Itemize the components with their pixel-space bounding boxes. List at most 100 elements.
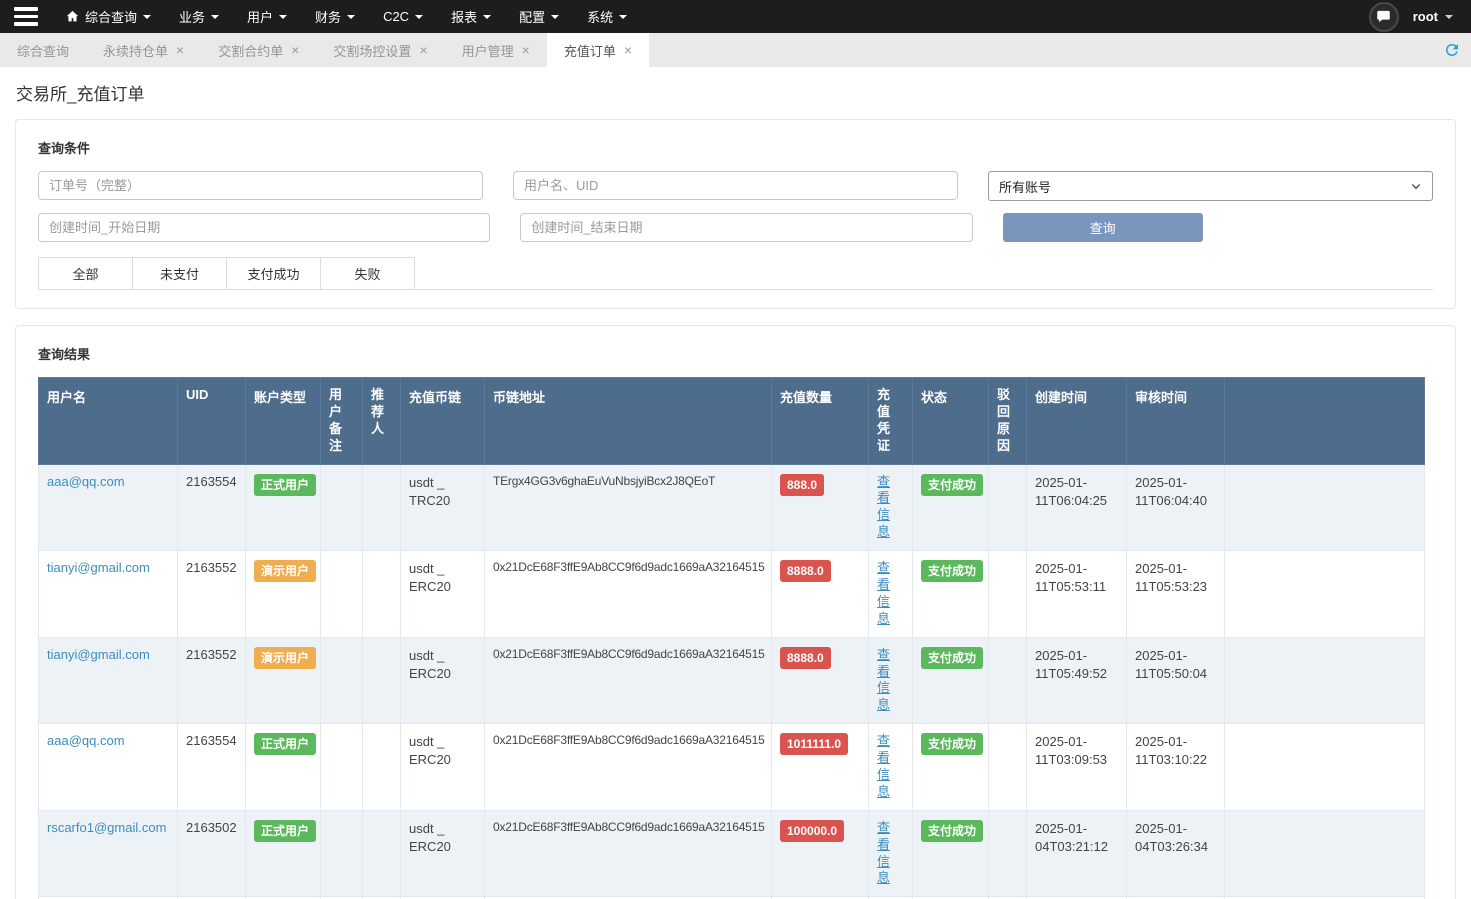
reject-reason-cell [989,724,1027,811]
table-row: tianyi@gmail.com2163552演示用户usdt _ ERC200… [39,637,1425,724]
tab[interactable]: 交割合约单× [201,33,316,67]
nav-item-label: 报表 [451,7,477,26]
address-cell: TErgx4GG3v6ghaEuVuNbsjyiBcx2J8QEoT [485,464,772,551]
column-header: UID [178,378,246,465]
status-filter-tab[interactable]: 全部 [38,257,133,290]
created-at-cell: 2025-01-11T06:04:25 [1027,464,1127,551]
username-link[interactable]: aaa@qq.com [47,733,125,748]
uid-cell: 2163552 [178,551,246,638]
address-cell: 0x21DcE68F3ffE9Ab8CC9f6d9adc1669aA321645… [485,810,772,897]
nav-item-6[interactable]: 配置 [505,0,573,33]
date-start-input[interactable] [38,213,490,242]
account-select[interactable]: 所有账号 [988,171,1433,201]
reject-reason-cell [989,551,1027,638]
audited-at-cell: 2025-01-11T05:50:04 [1127,637,1225,724]
account-type-badge: 演示用户 [254,647,316,669]
created-at-cell: 2025-01-11T05:49:52 [1027,637,1127,724]
address-cell: 0x21DcE68F3ffE9Ab8CC9f6d9adc1669aA321645… [485,724,772,811]
tab-label: 用户管理 [462,41,514,60]
column-header: 充值币链 [401,378,485,465]
tab[interactable]: 永续持仓单× [86,33,201,67]
reject-reason-cell [989,464,1027,551]
close-icon[interactable]: × [522,43,530,57]
nav-item-5[interactable]: 报表 [437,0,505,33]
caret-down-icon [619,15,627,19]
nav-item-3[interactable]: 财务 [301,0,369,33]
status-filter-tab[interactable]: 失败 [320,257,415,290]
view-info-link[interactable]: 查看信息 [877,733,891,801]
chat-bubble-icon [1376,9,1391,24]
view-info-link[interactable]: 查看信息 [877,560,891,628]
view-info-link[interactable]: 查看信息 [877,647,891,715]
account-type-badge: 正式用户 [254,733,316,755]
username-link[interactable]: tianyi@gmail.com [47,647,150,662]
status-badge: 支付成功 [921,733,983,755]
messages-button[interactable] [1369,2,1399,32]
results-table: 用户名UID账户类型用户备注推荐人充值币链币链地址充值数量充值凭证状态驳回原因创… [38,377,1425,899]
refresh-icon [1443,41,1461,59]
username-link[interactable]: aaa@qq.com [47,474,125,489]
top-navbar: 综合查询业务 用户财务C2C 报表 配置 系统 root [0,0,1471,33]
tab[interactable]: 充值订单× [547,33,649,67]
table-row: aaa@qq.com 2163554 正式用户 usdt _ TRC20TErgx4G… [39,464,1425,551]
reject-reason-cell [989,637,1027,724]
tab[interactable]: 综合查询 [0,33,86,67]
caret-down-icon [483,15,491,19]
nav-item-1[interactable]: 业务 [165,0,233,33]
nav-item-2[interactable]: 用户 [233,0,301,33]
nav-item-4[interactable]: C2C [369,0,437,33]
uid-cell: 2163554 [178,464,246,551]
date-end-input[interactable] [520,213,972,242]
nav-item-0[interactable]: 综合查询 [52,0,165,33]
close-icon[interactable]: × [291,43,299,57]
tab[interactable]: 交割场控设置 × [316,33,444,67]
user-menu[interactable]: root [1413,9,1453,24]
results-panel: 查询结果 用户名UID账户类型用户备注推荐人充值币链币链地址充值数量充值凭证状态… [15,325,1456,899]
menu-toggle-button[interactable] [0,0,52,33]
tab-label: 交割场控设置 [333,41,411,60]
close-icon[interactable]: × [419,43,427,57]
username-link[interactable]: rscarfo1@gmail.com [47,820,166,835]
empty-cell [1225,464,1425,551]
status-filter-tab[interactable]: 支付成功 [226,257,321,290]
status-filter-tabs: 全部未支付支付成功失败 [38,257,1433,290]
results-table-head-row: 用户名UID账户类型用户备注推荐人充值币链币链地址充值数量充值凭证状态驳回原因创… [39,378,1425,465]
main-nav: 综合查询业务 用户财务C2C 报表 配置 系统 [52,0,641,33]
status-badge: 支付成功 [921,820,983,842]
created-at-cell: 2025-01-04T03:21:12 [1027,810,1127,897]
refresh-button[interactable] [1443,33,1471,67]
account-type-badge: 正式用户 [254,474,316,496]
amount-badge: 8888.0 [780,560,831,582]
tab[interactable]: 用户管理 × [445,33,547,67]
nav-item-7[interactable]: 系统 [573,0,641,33]
close-icon[interactable]: × [624,43,632,57]
results-panel-title: 查询结果 [38,344,1433,363]
user-note-cell [321,637,363,724]
chain-cell: usdt _ TRC20 [401,464,485,551]
table-row: rscarfo1@gmail.com2163502正式用户usdt _ ERC2… [39,810,1425,897]
view-info-link[interactable]: 查看信息 [877,820,891,888]
empty-cell [1225,724,1425,811]
referrer-cell [363,724,401,811]
audited-at-cell: 2025-01-11T03:10:22 [1127,724,1225,811]
username-link[interactable]: tianyi@gmail.com [47,560,150,575]
nav-item-label: 系统 [587,7,613,26]
order-no-input[interactable] [38,171,483,200]
view-info-link[interactable]: 查看信息 [877,474,891,542]
empty-cell [1225,810,1425,897]
account-type-badge: 演示用户 [254,560,316,582]
close-icon[interactable]: × [176,43,184,57]
column-header: 账户类型 [246,378,321,465]
chain-cell: usdt _ ERC20 [401,637,485,724]
status-filter-tab[interactable]: 未支付 [132,257,227,290]
query-panel: 查询条件 所有账号 查询 全部未支付支付成功失败 [15,119,1456,309]
search-button[interactable]: 查询 [1003,213,1203,242]
nav-item-label: 配置 [519,7,545,26]
uid-cell: 2163502 [178,810,246,897]
filter-tabs-divider [415,257,1433,290]
column-header: 审核时间 [1127,378,1225,465]
amount-badge: 100000.0 [780,820,844,842]
user-search-input[interactable] [513,171,958,200]
nav-item-label: 业务 [179,7,205,26]
chevron-down-icon [1445,15,1453,19]
